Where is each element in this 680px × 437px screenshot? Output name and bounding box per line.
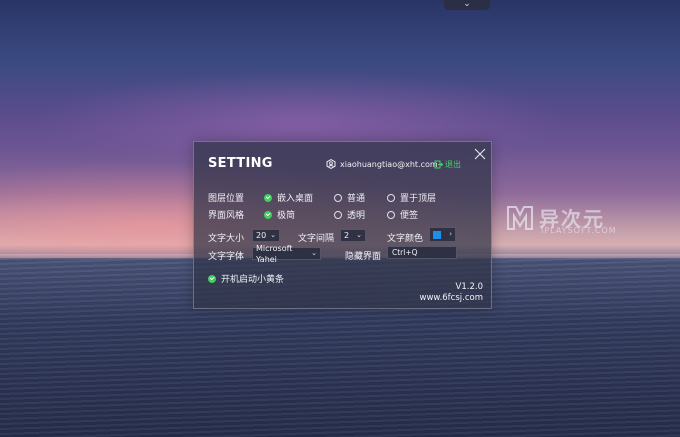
radio-label: 透明 bbox=[347, 211, 366, 221]
chevron-down-icon: ⌄ bbox=[356, 231, 362, 239]
watermark: 异次元 IPLAYSOFT.COM bbox=[505, 203, 625, 237]
radio-unchecked-icon bbox=[334, 193, 342, 202]
radio-checked-icon bbox=[264, 210, 272, 219]
radio-label: 嵌入桌面 bbox=[277, 194, 314, 204]
font-family-select[interactable]: Microsoft Yahei ⌄ bbox=[252, 244, 321, 264]
layer-position-label: 图层位置 bbox=[208, 194, 245, 204]
iplaysoft-logo-icon bbox=[507, 206, 533, 230]
startup-label: 开机启动小黄条 bbox=[221, 275, 285, 285]
line-spacing-value: 2 bbox=[344, 231, 350, 240]
text-color-picker[interactable]: › bbox=[429, 227, 456, 242]
radio-embed-desktop[interactable]: 嵌入桌面 bbox=[264, 191, 313, 204]
version-info: V1.2.0 www.6fcsj.com bbox=[420, 282, 484, 304]
user-hex-icon bbox=[326, 159, 336, 169]
radio-label: 普通 bbox=[347, 194, 366, 204]
logout-icon bbox=[434, 160, 443, 169]
radio-checked-icon bbox=[264, 193, 272, 202]
radio-normal[interactable]: 普通 bbox=[334, 191, 365, 204]
close-icon[interactable] bbox=[474, 148, 486, 160]
line-spacing-select[interactable]: 2 ⌄ bbox=[340, 229, 366, 242]
ui-style-label: 界面风格 bbox=[208, 211, 245, 221]
logout-label: 退出 bbox=[445, 160, 461, 169]
startup-checkbox[interactable]: 开机启动小黄条 bbox=[208, 272, 284, 285]
chevron-right-icon: › bbox=[449, 230, 452, 238]
hide-ui-hotkey-input[interactable]: Ctrl+Q bbox=[387, 246, 457, 259]
font-size-label: 文字大小 bbox=[208, 234, 245, 244]
chevron-down-icon: ⌄ bbox=[270, 231, 276, 239]
radio-topmost[interactable]: 置于顶层 bbox=[387, 191, 436, 204]
panel-title: SETTING bbox=[208, 156, 273, 171]
checkbox-checked-icon bbox=[208, 274, 216, 283]
radio-transparent[interactable]: 透明 bbox=[334, 208, 365, 221]
text-color-label: 文字颜色 bbox=[387, 234, 424, 244]
radio-unchecked-icon bbox=[387, 193, 395, 202]
radio-label: 极简 bbox=[277, 211, 296, 221]
website-link[interactable]: www.6fcsj.com bbox=[420, 293, 484, 304]
font-size-select[interactable]: 20 ⌄ bbox=[252, 229, 280, 242]
radio-unchecked-icon bbox=[387, 210, 395, 219]
version-number: V1.2.0 bbox=[455, 282, 483, 292]
radio-minimal[interactable]: 极简 bbox=[264, 208, 295, 221]
radio-label: 便签 bbox=[400, 211, 419, 221]
logout-button[interactable]: 退出 bbox=[434, 159, 461, 170]
font-family-label: 文字字体 bbox=[208, 252, 245, 262]
watermark-en: IPLAYSOFT.COM bbox=[541, 226, 617, 235]
color-swatch bbox=[433, 230, 441, 239]
user-email: xiaohuangtiao@xht.com bbox=[340, 159, 438, 169]
collapse-tab[interactable]: ⌄ bbox=[444, 0, 490, 10]
chevron-down-icon: ⌄ bbox=[311, 249, 317, 257]
radio-sticky-note[interactable]: 便签 bbox=[387, 208, 418, 221]
radio-label: 置于顶层 bbox=[400, 194, 437, 204]
font-size-value: 20 bbox=[256, 231, 267, 240]
font-family-value: Microsoft Yahei bbox=[256, 243, 293, 264]
user-account[interactable]: xiaohuangtiao@xht.com bbox=[326, 159, 438, 169]
chevron-down-icon: ⌄ bbox=[463, 0, 471, 9]
hide-ui-label: 隐藏界面 bbox=[345, 252, 382, 262]
settings-panel: SETTING xiaohuangtiao@xht.com 退出 图层位置 嵌入… bbox=[193, 141, 492, 309]
radio-unchecked-icon bbox=[334, 210, 342, 219]
